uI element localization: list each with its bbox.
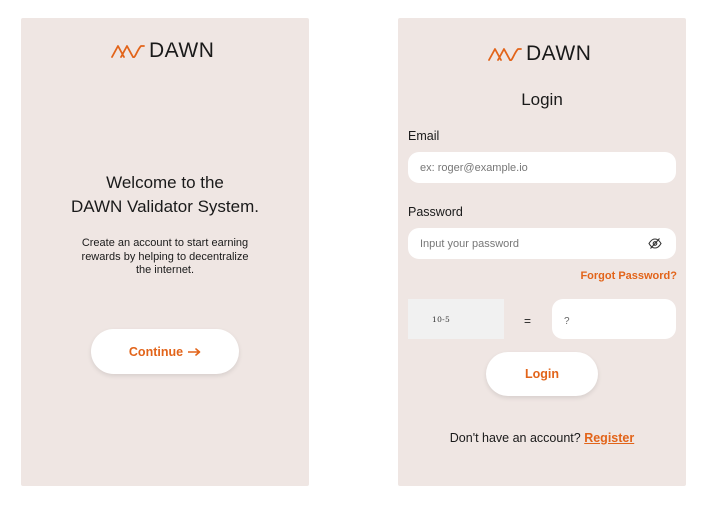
arrow-right-icon — [188, 347, 201, 356]
dawn-logo: DAWN — [488, 43, 591, 64]
captcha-answer-field[interactable] — [564, 316, 664, 327]
dawn-wave-icon — [488, 47, 522, 61]
register-prompt: Don't have an account? Register — [398, 431, 686, 445]
eye-slash-icon[interactable] — [646, 237, 664, 251]
password-label: Password — [408, 205, 463, 219]
captcha-text: 10-5 — [432, 314, 451, 324]
forgot-password-link[interactable]: Forgot Password? — [580, 270, 677, 282]
login-title: Login — [521, 90, 563, 109]
email-label: Email — [408, 129, 440, 143]
equals-sign: = — [524, 314, 532, 328]
welcome-panel: DAWN Welcome to the DAWN Validator Syste… — [21, 18, 309, 486]
welcome-subtitle: Create an account to start earning rewar… — [65, 237, 265, 278]
continue-label: Continue — [128, 344, 184, 359]
welcome-title: Welcome to the DAWN Validator System. — [21, 171, 309, 219]
welcome-subtitle-line2: rewards by helping to decentralize — [81, 250, 249, 263]
welcome-title-line2: DAWN Validator System. — [71, 197, 259, 216]
login-panel: DAWN Login Email Password Forgot Passwor… — [398, 18, 686, 486]
captcha-image: 10-5 — [408, 299, 504, 339]
welcome-subtitle-line1: Create an account to start earning — [81, 237, 249, 249]
welcome-subtitle-line3: the internet. — [135, 264, 195, 276]
register-link[interactable]: Register — [584, 431, 634, 445]
continue-button[interactable]: Continue — [91, 329, 239, 374]
captcha-answer-wrapper — [552, 299, 676, 339]
logo-text: DAWN — [149, 39, 215, 62]
logo-text: DAWN — [526, 42, 592, 65]
email-field-wrapper — [408, 152, 676, 183]
email-field[interactable] — [420, 161, 664, 174]
password-field-wrapper — [408, 228, 676, 259]
page: DAWN Welcome to the DAWN Validator Syste… — [0, 0, 709, 506]
register-prompt-text: Don't have an account? — [449, 431, 581, 445]
dawn-logo: DAWN — [111, 40, 214, 61]
login-button[interactable]: Login — [486, 352, 598, 396]
password-field[interactable] — [420, 237, 646, 250]
dawn-wave-icon — [111, 44, 145, 58]
welcome-title-line1: Welcome to the — [106, 173, 224, 192]
